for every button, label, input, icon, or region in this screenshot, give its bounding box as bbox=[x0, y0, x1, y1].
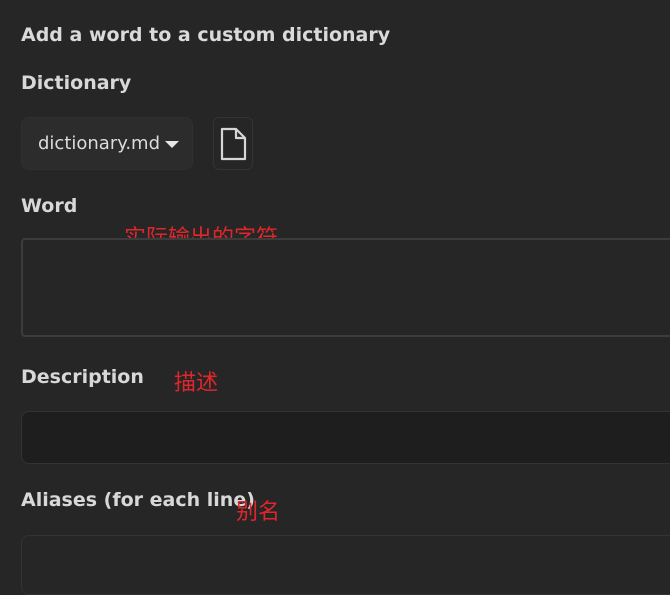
open-file-button[interactable] bbox=[213, 117, 253, 170]
word-input[interactable] bbox=[21, 238, 670, 337]
dictionary-label: Dictionary bbox=[21, 72, 132, 94]
aliases-annotation: 别名 bbox=[236, 500, 281, 525]
description-label: Description bbox=[21, 366, 144, 388]
file-icon bbox=[220, 127, 247, 160]
dictionary-select[interactable]: dictionary.md bbox=[21, 117, 193, 170]
dictionary-select-value: dictionary.md bbox=[38, 133, 161, 154]
aliases-textarea[interactable] bbox=[21, 535, 670, 595]
word-label: Word bbox=[21, 195, 78, 217]
dialog-title: Add a word to a custom dictionary bbox=[21, 24, 391, 46]
description-annotation: 描述 bbox=[174, 371, 219, 396]
aliases-label: Aliases (for each line) bbox=[21, 489, 255, 511]
description-input[interactable] bbox=[21, 411, 670, 464]
chevron-down-icon bbox=[165, 141, 179, 148]
